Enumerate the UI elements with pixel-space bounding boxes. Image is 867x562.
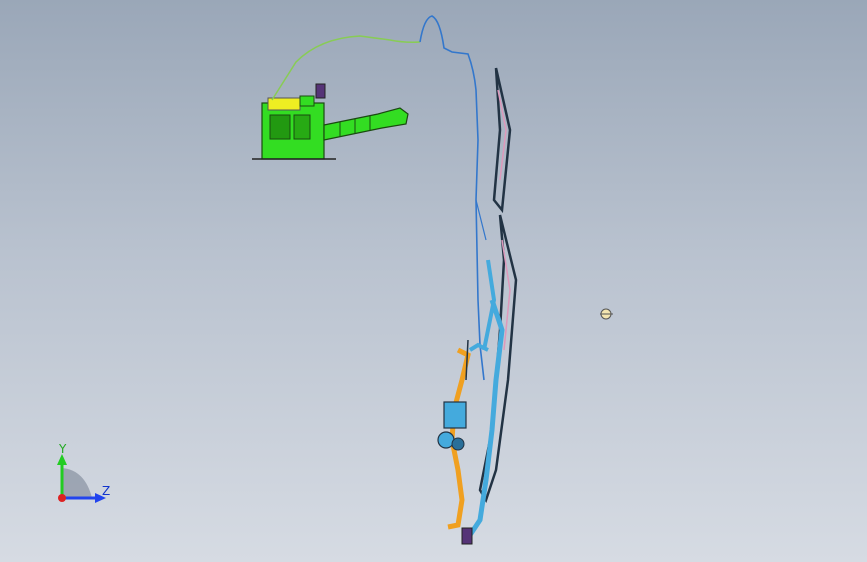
pump-component[interactable]: [437, 401, 473, 545]
axis-triad: Y Z: [40, 438, 130, 518]
coolant-pipes[interactable]: [467, 259, 505, 537]
axis-triad-graphic: [57, 454, 106, 503]
cad-viewport[interactable]: [0, 0, 867, 562]
z-axis-label: Z: [102, 484, 111, 498]
radiator-upper[interactable]: [492, 67, 512, 214]
y-axis-label: Y: [59, 442, 67, 456]
wiring-harness[interactable]: [271, 15, 487, 381]
small-bracket-part[interactable]: [600, 308, 613, 320]
